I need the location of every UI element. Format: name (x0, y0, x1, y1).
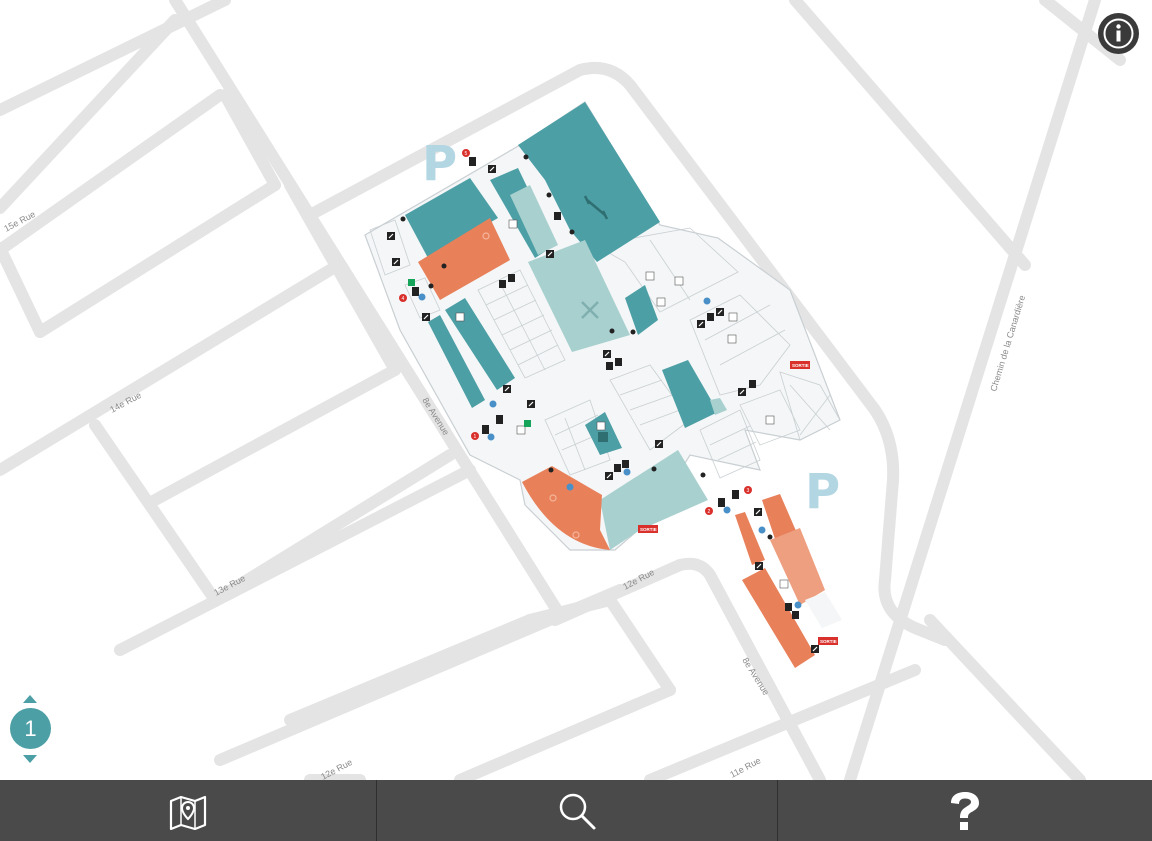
mall-map[interactable]: 15e Rue 14e Rue 13e Rue 12e Rue 12e Rue … (0, 0, 1152, 780)
info-point-icon[interactable] (469, 157, 476, 166)
escalator-icon[interactable] (422, 313, 430, 321)
escalator-icon[interactable] (527, 400, 535, 408)
parking-marker: P (422, 136, 457, 192)
entrance-number: 2 (708, 509, 711, 515)
escalator-icon[interactable] (755, 562, 763, 570)
pharmacy-icon (598, 432, 608, 442)
info-icon (1103, 18, 1134, 49)
entrance-number: 3 (747, 488, 750, 494)
info-point-icon[interactable] (496, 415, 503, 424)
restroom-icon[interactable] (707, 313, 714, 321)
info-button[interactable] (1098, 13, 1139, 54)
escalator-icon[interactable] (697, 320, 705, 328)
escalator-icon[interactable] (605, 472, 613, 480)
parking-marker: P (805, 464, 840, 520)
map-icon (169, 795, 207, 830)
entrance-number: 4 (402, 296, 405, 302)
restroom-icon[interactable] (749, 380, 756, 388)
exit-marker[interactable]: SORTIE (638, 525, 658, 533)
search-button[interactable] (377, 780, 778, 841)
restroom-icon[interactable] (554, 212, 561, 220)
exit-label: SORTIE (792, 363, 809, 368)
entrance-number: 1 (474, 434, 477, 440)
street-label: 11e Rue (728, 755, 762, 779)
escalator-icon[interactable] (603, 350, 611, 358)
info-point-icon[interactable] (718, 498, 725, 507)
exit-label: SORTIE (820, 639, 837, 644)
search-icon (559, 793, 596, 829)
help-icon (951, 791, 979, 830)
exit-marker[interactable]: SORTIE (818, 637, 838, 645)
escalator-icon[interactable] (655, 440, 663, 448)
bottom-toolbar (0, 780, 1152, 841)
exit-label: SORTIE (640, 527, 657, 532)
escalator-icon[interactable] (754, 508, 762, 516)
map-button[interactable] (0, 780, 377, 841)
escalator-icon[interactable] (488, 165, 496, 173)
info-point-icon[interactable] (482, 425, 489, 434)
exit-marker[interactable]: SORTIE (790, 361, 810, 369)
escalator-icon[interactable] (738, 388, 746, 396)
escalator-icon[interactable] (503, 385, 511, 393)
help-button[interactable] (778, 780, 1152, 841)
info-point-icon[interactable] (412, 287, 419, 296)
floor-down-arrow-icon[interactable] (23, 755, 37, 763)
escalator-icon[interactable] (546, 250, 554, 258)
current-floor-button[interactable]: 1 (10, 708, 51, 749)
escalator-icon[interactable] (811, 645, 819, 653)
store-area[interactable] (735, 512, 765, 565)
escalator-icon[interactable] (387, 232, 395, 240)
floor-selector: 1 (9, 695, 53, 763)
escalator-icon[interactable] (716, 308, 724, 316)
info-point-icon[interactable] (732, 490, 739, 499)
floor-up-arrow-icon[interactable] (23, 695, 37, 703)
entrance-number: 5 (465, 151, 468, 157)
escalator-icon[interactable] (392, 258, 400, 266)
